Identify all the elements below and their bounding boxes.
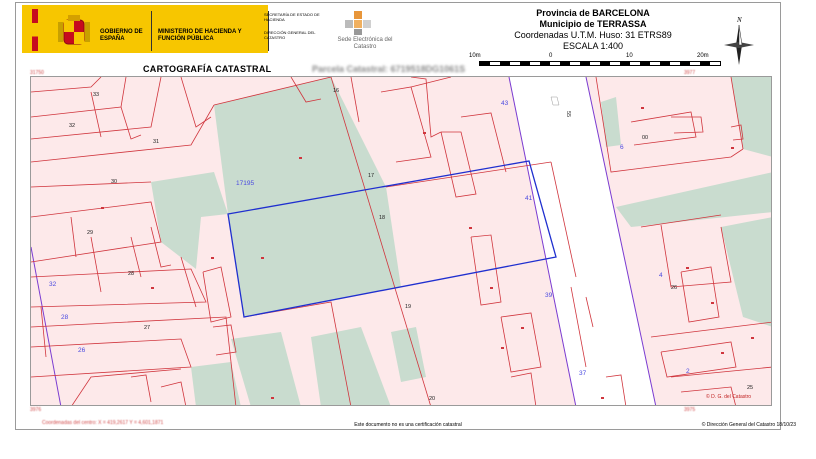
map-canvas[interactable]: 33 32 31 30 29 28 27 16 17 18 19 20 00 2…	[31, 77, 772, 406]
street-number: 39	[545, 292, 553, 299]
provincia-label: Provincia de BARCELONA	[536, 8, 650, 18]
document-frame: GOBIERNO DE ESPAÑA MINISTERIO DE HACIEND…	[15, 2, 796, 430]
secretaria-block: SECRETARÍA DE ESTADO DE HACIENDA DIRECCI…	[264, 12, 334, 48]
parcel-number: 16	[333, 88, 339, 94]
divider	[151, 11, 152, 51]
scale-tick-label: 10	[626, 53, 633, 59]
sede-label: Sede Electrónica del Catastro	[337, 37, 393, 50]
spain-flag-strip	[32, 9, 38, 51]
parcela-title: Parcela Catastral: 6719518DG1061S	[312, 64, 466, 74]
parcel-number: 29	[87, 230, 93, 236]
corner-code: 3976	[30, 407, 42, 413]
parcel-number: 25	[747, 385, 753, 391]
secretaria-label: SECRETARÍA DE ESTADO DE HACIENDA	[264, 12, 320, 22]
government-banner: GOBIERNO DE ESPAÑA MINISTERIO DE HACIEND…	[22, 5, 268, 53]
street-number: 6	[620, 144, 624, 151]
parcel-number: 00	[642, 135, 648, 141]
street-number: 41	[525, 195, 533, 202]
parcel-number: 30	[111, 179, 117, 185]
parcel-number: 20	[429, 396, 435, 402]
corner-code: 3975	[684, 407, 696, 413]
parcel-number: 32	[69, 123, 75, 129]
street-number: 55	[565, 111, 571, 117]
gobierno-label: GOBIERNO DE ESPAÑA	[100, 29, 143, 42]
parcel-number: 19	[405, 304, 411, 310]
ministerio-label: MINISTERIO DE HACIENDA Y FUNCIÓN PÚBLICA	[158, 29, 242, 42]
certification-notice: Este documento no es una certificación c…	[354, 422, 462, 428]
street-number: 17195	[236, 180, 254, 187]
escala-label: ESCALA 1:400	[562, 41, 624, 51]
cadastral-map[interactable]: 33 32 31 30 29 28 27 16 17 18 19 20 00 2…	[30, 76, 772, 406]
parcel-number: 18	[379, 215, 385, 221]
parcel-number: 27	[144, 325, 150, 331]
street-number: 26	[78, 347, 86, 354]
street-number: 43	[501, 100, 509, 107]
north-label: N	[736, 16, 742, 24]
sede-catastro-logo-icon	[345, 11, 371, 35]
copyright-label: © Dirección General del Catastro 18/10/2…	[701, 422, 796, 428]
street-number: 32	[49, 281, 57, 288]
direccion-label: DIRECCIÓN GENERAL DEL CATASTRO	[264, 30, 316, 40]
street-number: 28	[61, 314, 69, 321]
cartografia-title: CARTOGRAFÍA CATASTRAL	[143, 64, 272, 74]
center-coordinates: Coordenadas del centro: X = 419,2617 Y =…	[42, 420, 164, 426]
scale-tick-label: 0	[549, 53, 553, 59]
parcel-number: 26	[671, 285, 677, 291]
scale-tick-label: 10m	[469, 53, 481, 59]
street-number: 4	[659, 272, 663, 279]
street-number: 2	[686, 368, 690, 375]
parcel-number: 33	[93, 92, 99, 98]
municipio-label: Municipio de TERRASSA	[539, 19, 647, 29]
street-number: 37	[579, 370, 587, 377]
scale-bar	[479, 61, 721, 66]
parcel-number: 31	[153, 139, 159, 145]
parcel-number: 28	[128, 271, 134, 277]
north-arrow-icon: N	[724, 16, 754, 65]
dgc-watermark: © D. G. del Catastro	[706, 394, 752, 400]
coordenadas-label: Coordenadas U.T.M. Huso: 31 ETRS89	[514, 30, 672, 40]
coat-of-arms-icon	[58, 15, 90, 45]
scale-tick-label: 20m	[697, 53, 709, 59]
parcel-number: 17	[368, 173, 374, 179]
location-block: Provincia de BARCELONA Municipio de TERR…	[424, 8, 762, 52]
